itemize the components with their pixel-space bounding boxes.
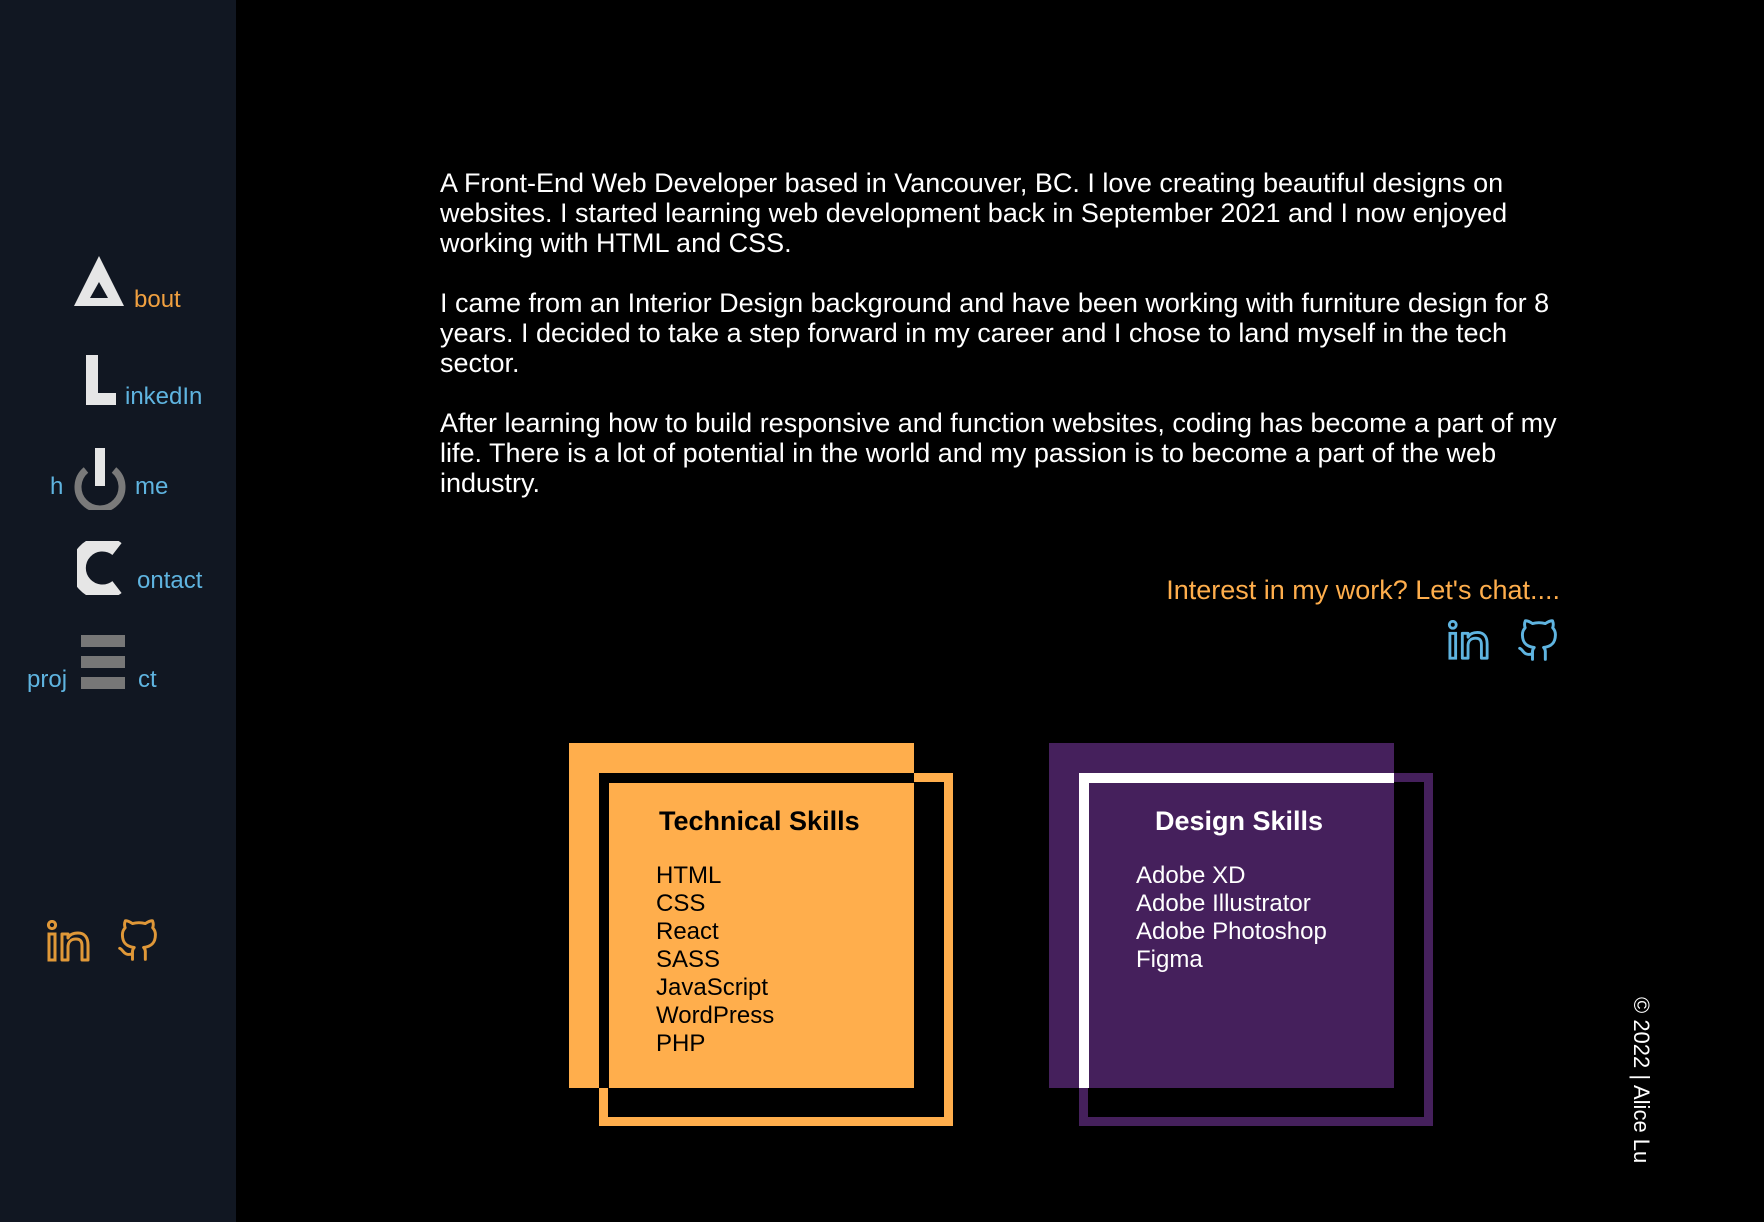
letter-l-icon [86,355,116,405]
chat-prompt: Interest in my work? Let's chat.... [1166,575,1560,605]
nav-projects-label: ct [138,666,157,693]
linkedin-icon [46,919,90,962]
list-item: Figma [1136,946,1203,973]
nav-home-label: me [135,473,169,500]
nav-linkedin[interactable]: inkedIn [84,353,224,410]
main-linkedin-link[interactable] [1447,619,1491,667]
linkedin-icon [1447,619,1489,660]
list-item: WordPress [656,1002,775,1029]
list-item: Adobe XD [1136,862,1246,889]
letter-a-icon [74,256,124,306]
list-item: Adobe Illustrator [1136,890,1311,917]
nav-projects-prefix: proj [27,666,68,693]
nav-about-label: bout [134,286,181,313]
copyright: © 2022 | Alice Lu [1629,997,1654,1164]
design-card-title: Design Skills [1155,806,1324,836]
list-item: SASS [656,946,721,973]
github-icon [1518,619,1557,661]
sidebar-github-link[interactable] [116,918,160,969]
letter-c-icon [77,541,122,595]
nav-contact-label: ontact [137,567,203,594]
intro-paragraph: I came from an Interior Design backgroun… [440,288,1550,378]
technical-card-title: Technical Skills [659,806,860,836]
list-item: JavaScript [656,974,769,1001]
nav-contact[interactable]: ontact [77,541,227,597]
letter-e-icon [81,635,125,689]
list-item: React [656,918,719,945]
nav-linkedin-label: inkedIn [125,383,203,410]
nav-projects[interactable]: proj ct [25,634,175,694]
list-item: CSS [656,890,706,917]
nav-home[interactable]: h me [48,446,198,516]
design-skills-list: Adobe XD Adobe Illustrator Adobe Photosh… [1136,862,1327,974]
nav-home-prefix: h [50,473,64,500]
list-item: Adobe Photoshop [1136,918,1327,945]
technical-skills-list: HTML CSS React SASS JavaScript WordPress… [656,862,774,1058]
power-icon [74,448,126,510]
intro-paragraph: After learning how to build responsive a… [440,408,1557,498]
sidebar: bout inkedIn h me ontact proj ct [0,0,236,1222]
list-item: PHP [656,1030,706,1057]
intro-paragraph: A Front-End Web Developer based in Vanco… [440,168,1508,258]
list-item: HTML [656,862,722,889]
nav-about[interactable]: bout [70,254,210,313]
sidebar-linkedin-link[interactable] [46,919,92,969]
intro-section: A Front-End Web Developer based in Vanco… [440,168,1560,528]
main-github-link[interactable] [1516,618,1560,669]
github-icon [118,919,157,961]
